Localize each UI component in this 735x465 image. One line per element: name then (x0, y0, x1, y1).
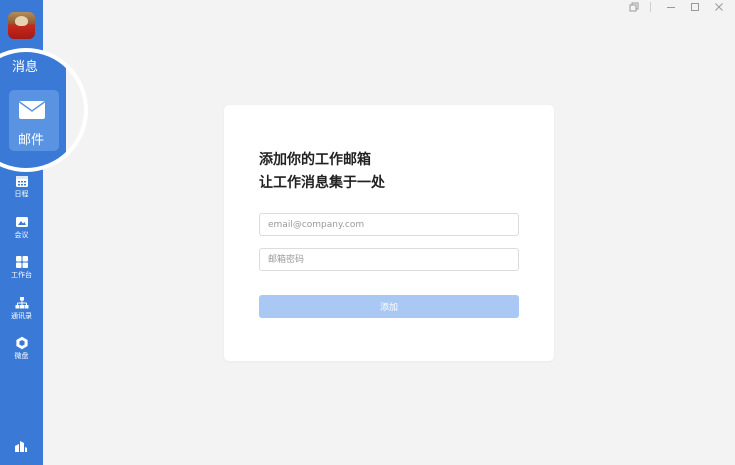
email-field[interactable] (259, 213, 519, 236)
sidebar-item-label: 通讯录 (11, 312, 32, 320)
magnifier-overlay: 消息 邮件 (0, 48, 88, 172)
sidebar-item-workbench[interactable]: 工作台 (0, 255, 43, 291)
restore-icon[interactable] (624, 1, 644, 13)
sidebar-item-label: 微盘 (14, 352, 29, 360)
password-field[interactable] (259, 248, 519, 271)
magnified-sidebar: 消息 邮件 (0, 52, 66, 168)
sidebar-item-label: 工作台 (11, 271, 32, 279)
brand-logo-icon (15, 441, 27, 452)
calendar-icon (15, 176, 28, 187)
avatar[interactable] (8, 12, 35, 39)
window-controls (620, 0, 729, 14)
mail-icon (19, 101, 45, 119)
contacts-icon (15, 297, 28, 309)
close-icon[interactable] (709, 1, 729, 13)
sidebar-item-label: 日程 (14, 190, 29, 198)
sidebar-item-calendar[interactable]: 日程 (0, 174, 43, 210)
card-title-line-1: 添加你的工作邮箱 (259, 152, 371, 168)
minimize-icon[interactable] (661, 1, 681, 13)
maximize-icon[interactable] (685, 1, 705, 13)
sidebar-item-mail[interactable]: 邮件 (9, 90, 59, 151)
sidebar-item-contacts[interactable]: 通讯录 (0, 296, 43, 332)
app-window: 日程 会议 工作台 通讯录 微盘 消息 邮件 添加你的工作邮箱 让工作消息集于一… (0, 0, 735, 465)
workbench-icon (15, 256, 28, 268)
sidebar-item-label: 邮件 (18, 133, 45, 148)
add-button[interactable]: 添加 (259, 295, 519, 318)
add-email-card: 添加你的工作邮箱 让工作消息集于一处 添加 (224, 105, 554, 361)
sidebar-item-drive[interactable]: 微盘 (0, 336, 43, 372)
meeting-icon (15, 217, 28, 227)
sidebar-item-meeting[interactable]: 会议 (0, 215, 43, 251)
window-controls-divider (650, 2, 651, 12)
card-title-line-2: 让工作消息集于一处 (259, 175, 385, 191)
sidebar-item-messages[interactable]: 消息 (12, 56, 38, 75)
drive-icon (15, 336, 28, 350)
sidebar-item-label: 会议 (14, 231, 29, 239)
